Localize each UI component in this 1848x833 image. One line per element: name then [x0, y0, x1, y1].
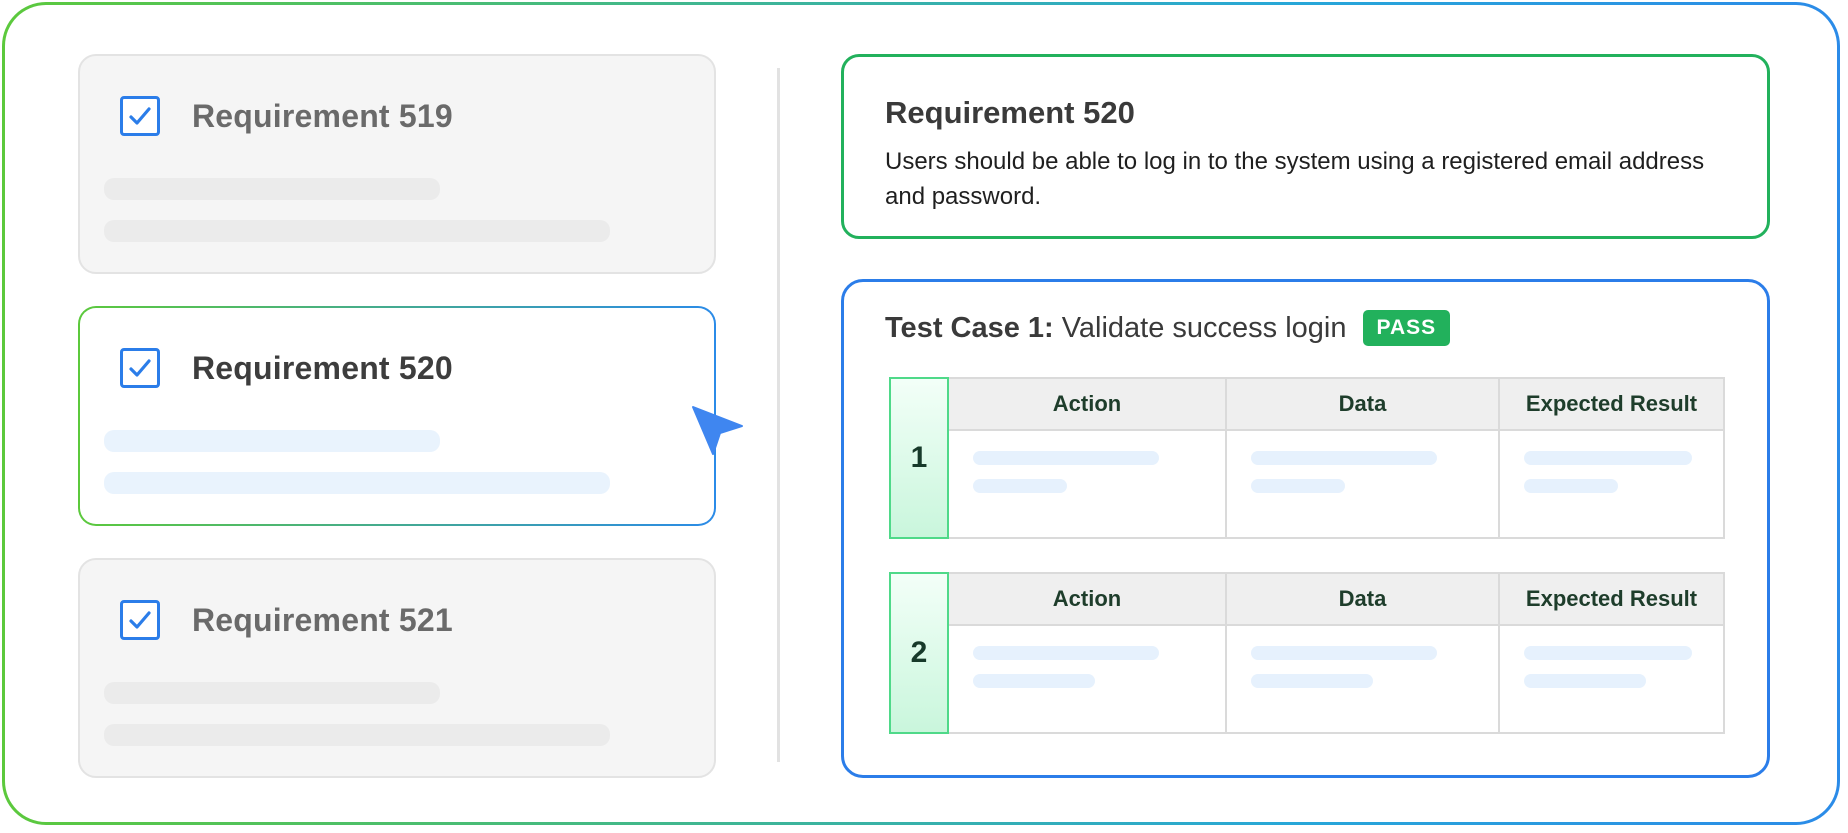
column-header: Action — [949, 574, 1225, 626]
step-table: Action Data Expected Result — [949, 377, 1725, 539]
panel-divider — [777, 68, 780, 762]
placeholder-line — [1524, 674, 1646, 688]
test-case-name: Validate success login — [1061, 311, 1347, 344]
expected-result-column: Expected Result — [1498, 574, 1723, 732]
data-column: Data — [1225, 379, 1498, 537]
step-table: Action Data Expected Result — [949, 572, 1725, 734]
test-case-header: Test Case 1: Validate success login PASS — [885, 310, 1451, 346]
placeholder-line — [1251, 479, 1345, 493]
placeholder-line — [1524, 479, 1618, 493]
requirement-card-521[interactable]: Requirement 521 — [78, 558, 716, 778]
placeholder-line — [1251, 646, 1437, 660]
column-header: Data — [1227, 379, 1498, 431]
test-step-1: 1 Action Data Expected Result — [889, 377, 1725, 539]
status-badge: PASS — [1362, 310, 1451, 346]
requirement-title: Requirement 520 — [192, 350, 453, 386]
column-header: Expected Result — [1500, 574, 1723, 626]
checked-checkbox-icon[interactable] — [120, 348, 160, 388]
step-number: 1 — [889, 377, 949, 539]
column-header: Expected Result — [1500, 379, 1723, 431]
test-case-card: Test Case 1: Validate success login PASS… — [841, 279, 1770, 778]
detail-title: Requirement 520 — [885, 95, 1135, 130]
placeholder-line — [104, 430, 440, 452]
column-header: Action — [949, 379, 1225, 431]
column-header: Data — [1227, 574, 1498, 626]
placeholder-line — [104, 682, 440, 704]
checked-checkbox-icon[interactable] — [120, 96, 160, 136]
action-column: Action — [949, 379, 1225, 537]
placeholder-line — [104, 724, 610, 746]
placeholder-line — [104, 472, 610, 494]
test-step-2: 2 Action Data Expected Result — [889, 572, 1725, 734]
placeholder-line — [973, 674, 1095, 688]
placeholder-line — [104, 220, 610, 242]
test-case-label: Test Case 1: — [885, 311, 1054, 344]
checked-checkbox-icon[interactable] — [120, 600, 160, 640]
placeholder-line — [973, 451, 1159, 465]
requirement-card-519[interactable]: Requirement 519 — [78, 54, 716, 274]
requirement-title: Requirement 521 — [192, 602, 453, 638]
pointer-cursor-icon — [690, 404, 744, 463]
placeholder-line — [973, 646, 1159, 660]
detail-description: Users should be able to log in to the sy… — [885, 148, 1705, 210]
placeholder-line — [1251, 674, 1373, 688]
requirement-card-520[interactable]: Requirement 520 — [78, 306, 716, 526]
placeholder-line — [1524, 451, 1692, 465]
placeholder-line — [1251, 451, 1437, 465]
expected-result-column: Expected Result — [1498, 379, 1723, 537]
placeholder-line — [1524, 646, 1692, 660]
placeholder-line — [104, 178, 440, 200]
placeholder-line — [973, 479, 1067, 493]
requirement-title: Requirement 519 — [192, 98, 453, 134]
action-column: Action — [949, 574, 1225, 732]
step-number: 2 — [889, 572, 949, 734]
data-column: Data — [1225, 574, 1498, 732]
requirement-detail-card: Requirement 520 Users should be able to … — [841, 54, 1770, 239]
